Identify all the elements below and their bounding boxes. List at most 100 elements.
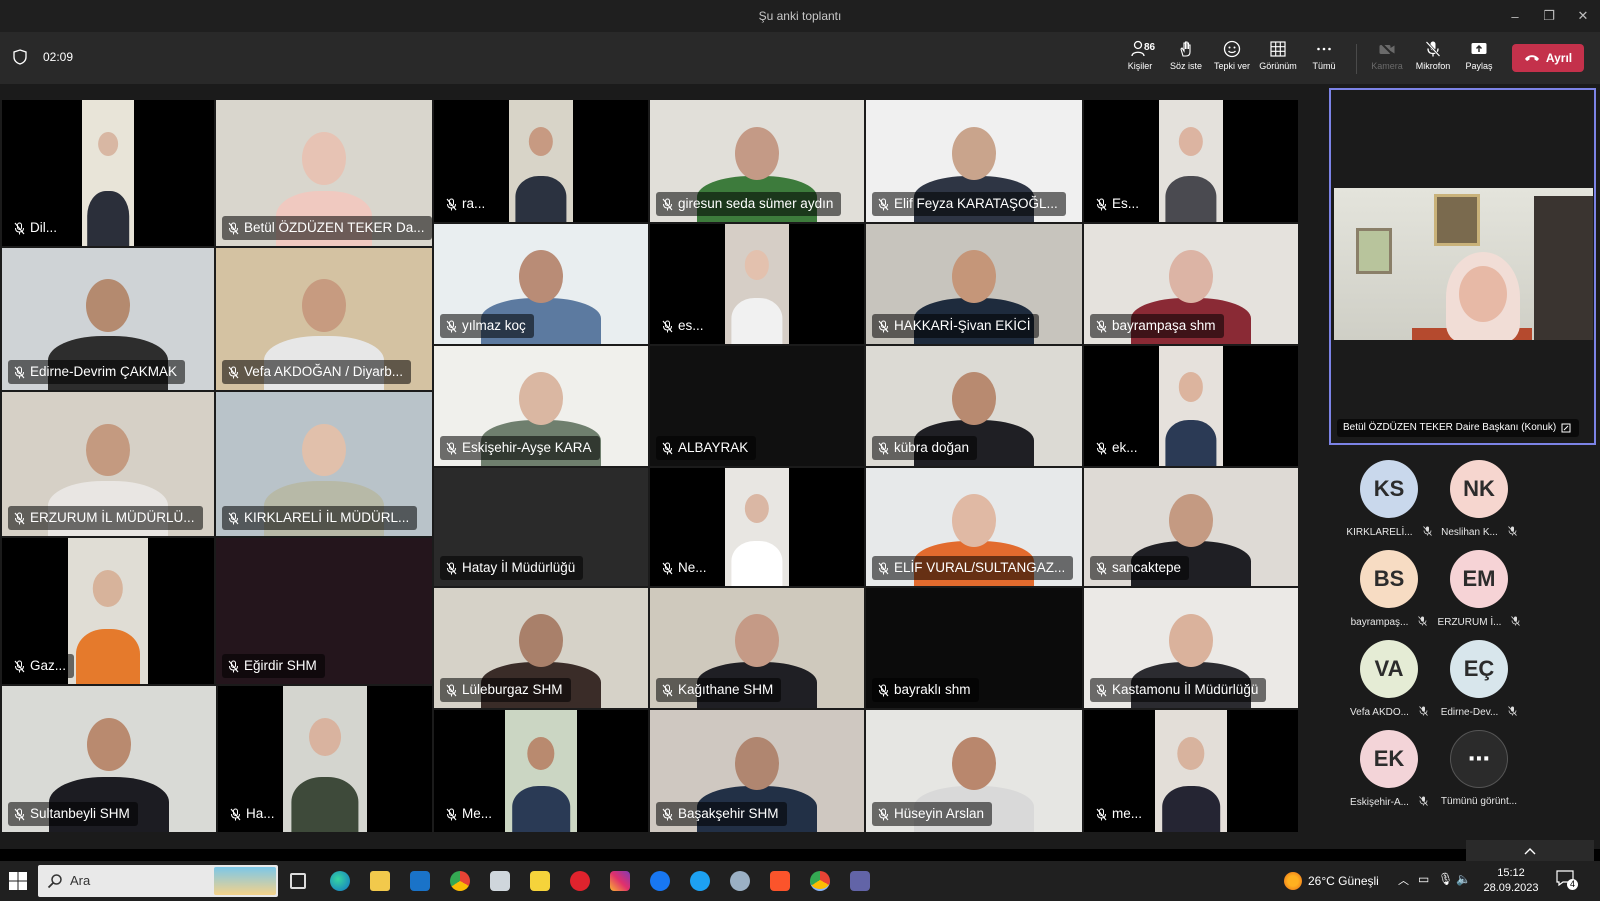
video-tile[interactable]: ERZURUM İL MÜDÜRLÜ... xyxy=(2,392,214,536)
clock-date[interactable]: 28.09.2023 xyxy=(1478,882,1544,894)
roster-name-row: KIRKLARELİ... xyxy=(1343,526,1435,539)
opera-icon[interactable] xyxy=(570,871,590,891)
clock-time[interactable]: 15:12 xyxy=(1486,867,1536,879)
mic-tray-icon[interactable]: 🎙 xyxy=(1438,872,1453,886)
teams-icon[interactable] xyxy=(850,871,870,891)
camera-label: Kamera xyxy=(1371,61,1403,71)
edge-icon[interactable] xyxy=(330,871,350,891)
roster-name: ERZURUM İ... xyxy=(1437,617,1502,628)
participant-name: Ha... xyxy=(246,806,275,821)
share-button[interactable]: Paylaş xyxy=(1456,38,1502,80)
camera-button[interactable]: Kamera xyxy=(1364,38,1410,80)
spotlight-name: Betül ÖZDÜZEN TEKER Daire Başkanı (Konuk… xyxy=(1343,422,1557,433)
roster-participant[interactable]: EÇ Edirne-Dev... xyxy=(1433,640,1525,726)
twitter-icon[interactable] xyxy=(690,871,710,891)
video-tile[interactable]: Eğirdir SHM xyxy=(216,538,432,684)
minimize-button[interactable]: – xyxy=(1498,0,1532,32)
network-icon[interactable]: ▭ xyxy=(1418,872,1429,886)
participant-body xyxy=(1165,420,1217,466)
video-tile[interactable]: HAKKARİ-Şivan EKİCİ xyxy=(866,224,1082,344)
video-tile[interactable]: Me... xyxy=(434,710,648,832)
video-tile[interactable]: Başakşehir SHM xyxy=(650,710,864,832)
weather-icon[interactable] xyxy=(1284,872,1302,890)
roster-participant[interactable]: EM ERZURUM İ... xyxy=(1433,550,1525,636)
video-tile[interactable]: giresun seda sümer aydın xyxy=(650,100,864,222)
mic-off-icon xyxy=(662,808,673,820)
file-explorer-icon[interactable] xyxy=(370,871,390,891)
roster-participant[interactable]: EK Eskişehir-A... xyxy=(1343,730,1435,816)
participant-body xyxy=(1165,175,1217,222)
participant-name-tag: Eskişehir-Ayşe KARA xyxy=(440,436,600,460)
video-tile[interactable]: Hatay İl Müdürlüğü xyxy=(434,468,648,586)
calculator-icon[interactable] xyxy=(490,871,510,891)
video-tile[interactable]: bayrampaşa shm xyxy=(1084,224,1298,344)
outlook-icon[interactable] xyxy=(410,871,430,891)
participant-body xyxy=(731,541,783,586)
windows-start-icon[interactable] xyxy=(8,871,28,891)
video-tile[interactable]: Gaz... xyxy=(2,538,214,684)
participant-name: Edirne-Devrim ÇAKMAK xyxy=(30,364,178,379)
video-tile[interactable]: Ha... xyxy=(218,686,432,832)
notifications-button[interactable]: 4 xyxy=(1556,870,1578,892)
video-tile[interactable]: Eskişehir-Ayşe KARA xyxy=(434,346,648,466)
leave-button[interactable]: Ayrıl xyxy=(1512,44,1584,72)
participant-name-tag: Elif Feyza KARATAŞOĞL... xyxy=(872,192,1066,216)
video-tile[interactable]: Lüleburgaz SHM xyxy=(434,588,648,708)
video-tile[interactable]: kübra doğan xyxy=(866,346,1082,466)
participant-name-tag: Kağıthane SHM xyxy=(656,678,782,702)
video-tile[interactable]: bayraklı shm xyxy=(866,588,1082,708)
video-tile[interactable]: ra... xyxy=(434,100,648,222)
mic-button[interactable]: Mikrofon xyxy=(1410,38,1456,80)
volume-icon[interactable]: 🔈 xyxy=(1456,872,1471,886)
roster-participant[interactable]: NK Neslihan K... xyxy=(1433,460,1525,546)
video-tile[interactable]: Hüseyin Arslan xyxy=(866,710,1082,832)
video-tile[interactable]: Edirne-Devrim ÇAKMAK xyxy=(2,248,214,390)
taskbar-search[interactable]: Ara xyxy=(38,865,278,897)
participant-name: KIRKLARELİ İL MÜDÜRL... xyxy=(244,510,410,525)
mic-off-icon xyxy=(1508,526,1517,539)
participant-head xyxy=(309,718,341,757)
participant-name: es... xyxy=(678,318,704,333)
brave-icon[interactable] xyxy=(770,871,790,891)
video-tile[interactable]: es... xyxy=(650,224,864,344)
participant-name-tag: Kastamonu İl Müdürlüğü xyxy=(1090,678,1267,702)
participant-name-tag: Lüleburgaz SHM xyxy=(440,678,571,702)
sticky-notes-icon[interactable] xyxy=(530,871,550,891)
spotlight-panel[interactable]: Betül ÖZDÜZEN TEKER Daire Başkanı (Konuk… xyxy=(1329,88,1596,445)
roster-participant[interactable]: KS KIRKLARELİ... xyxy=(1343,460,1435,546)
search-icon xyxy=(47,874,62,889)
video-tile[interactable]: ELİF VURAL/SULTANGAZ... xyxy=(866,468,1082,586)
video-tile[interactable]: yılmaz koç xyxy=(434,224,648,344)
video-tile[interactable]: KIRKLARELİ İL MÜDÜRL... xyxy=(216,392,432,536)
video-tile[interactable]: Kağıthane SHM xyxy=(650,588,864,708)
video-tile[interactable]: ALBAYRAK xyxy=(650,346,864,466)
collapse-roster-button[interactable] xyxy=(1466,840,1594,862)
video-tile[interactable]: Betül ÖZDÜZEN TEKER Da... xyxy=(216,100,432,246)
tray-chevron-up-icon[interactable]: ︿ xyxy=(1398,872,1409,888)
maximize-button[interactable]: ❐ xyxy=(1532,0,1566,32)
participant-body xyxy=(87,190,129,246)
video-tile[interactable]: Vefa AKDOĞAN / Diyarb... xyxy=(216,248,432,390)
video-tile[interactable]: Ne... xyxy=(650,468,864,586)
mic-off-icon xyxy=(1425,41,1441,57)
task-view-icon[interactable] xyxy=(290,873,306,889)
participant-name: Hatay İl Müdürlüğü xyxy=(462,560,576,575)
video-tile[interactable]: Kastamonu İl Müdürlüğü xyxy=(1084,588,1298,708)
video-tile[interactable]: Dil... xyxy=(2,100,214,246)
roster-participant[interactable]: VA Vefa AKDO... xyxy=(1343,640,1435,726)
video-tile[interactable]: ek... xyxy=(1084,346,1298,466)
view-all-button[interactable]: ⋯ Tümünü görünt... xyxy=(1433,730,1525,816)
video-tile[interactable]: Sultanbeyli SHM xyxy=(2,686,216,832)
participant-name-tag: kübra doğan xyxy=(872,436,978,460)
app-icon[interactable] xyxy=(730,871,750,891)
chrome-icon[interactable] xyxy=(450,871,470,891)
video-tile[interactable]: Elif Feyza KARATAŞOĞL... xyxy=(866,100,1082,222)
video-tile[interactable]: me... xyxy=(1084,710,1298,832)
facebook-icon[interactable] xyxy=(650,871,670,891)
roster-participant[interactable]: BS bayrampaş... xyxy=(1343,550,1435,636)
chrome-active-icon[interactable] xyxy=(810,871,830,891)
video-tile[interactable]: sancaktepe xyxy=(1084,468,1298,586)
instagram-icon[interactable] xyxy=(610,871,630,891)
close-button[interactable]: ✕ xyxy=(1566,0,1600,32)
video-tile[interactable]: Es... xyxy=(1084,100,1298,222)
